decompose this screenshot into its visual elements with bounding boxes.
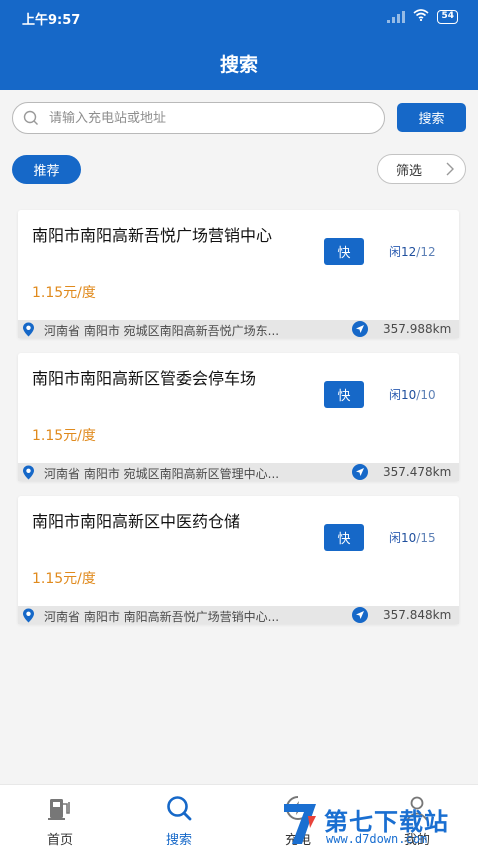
station-address: 河南省 南阳市 宛城区南阳高新吾悦广场东...: [44, 324, 280, 338]
fast-charge-badge: 快: [324, 238, 364, 265]
station-name: 南阳市南阳高新区中医药仓储: [32, 512, 241, 531]
watermark-url: www.d7down.com: [326, 832, 428, 846]
filter-row: 推荐 筛选: [0, 144, 478, 194]
idle-count: 闲10/10: [389, 386, 436, 403]
filter-label: 筛选: [396, 163, 423, 179]
page-title: 搜索: [219, 54, 258, 76]
tab-search-label: 搜索: [165, 833, 192, 848]
station-price: 1.15元/度: [32, 571, 96, 587]
charging-station-icon: [48, 799, 70, 820]
station-address: 河南省 南阳市 南阳高新吾悦广场营销中心...: [44, 610, 280, 624]
station-price: 1.15元/度: [32, 428, 96, 444]
fast-charge-badge: 快: [324, 381, 364, 408]
station-card[interactable]: 南阳市南阳高新区管委会停车场 快 闲10/10 1.15元/度 河南省 南阳市 …: [18, 353, 459, 481]
station-price: 1.15元/度: [32, 285, 96, 301]
idle-prefix: 闲: [389, 245, 402, 259]
fast-charge-badge: 快: [324, 524, 364, 551]
status-bar: 上午9:57 54: [0, 0, 478, 34]
search-field[interactable]: [12, 102, 385, 134]
watermark-logo: [284, 804, 316, 844]
address-row: 河南省 南阳市 南阳高新吾悦广场营销中心... 357.848km: [18, 606, 459, 624]
idle-prefix: 闲: [389, 531, 402, 545]
total-number: /12: [416, 245, 436, 259]
signal-icon: [387, 10, 406, 23]
tab-home-label: 首页: [46, 833, 73, 848]
address-row: 河南省 南阳市 宛城区南阳高新区管理中心... 357.478km: [18, 463, 459, 481]
total-number: /15: [416, 531, 436, 545]
station-distance: 357.988km: [383, 322, 452, 336]
battery-icon: 54: [437, 9, 458, 24]
chevron-right-icon: [446, 162, 454, 176]
station-card[interactable]: 南阳市南阳高新吾悦广场营销中心 快 闲12/12 1.15元/度 河南省 南阳市…: [18, 210, 459, 338]
idle-number: 10: [401, 531, 417, 545]
idle-count: 闲12/12: [389, 243, 436, 260]
station-distance: 357.848km: [383, 608, 452, 622]
location-pin-icon: [23, 465, 34, 480]
search-input[interactable]: [49, 110, 349, 126]
idle-number: 10: [401, 388, 417, 402]
station-name: 南阳市南阳高新区管委会停车场: [32, 369, 257, 388]
location-pin-icon: [23, 322, 34, 337]
idle-number: 12: [401, 245, 417, 259]
filter-button[interactable]: 筛选: [377, 154, 466, 184]
location-pin-icon: [23, 608, 34, 623]
search-tab-icon: [167, 796, 192, 821]
idle-prefix: 闲: [389, 388, 402, 402]
tab-home[interactable]: 首页: [10, 785, 110, 850]
navigate-arrow-icon[interactable]: [352, 464, 368, 480]
search-icon: [23, 110, 38, 125]
watermark: 第七下载站 www.d7down.com: [280, 800, 478, 850]
station-card[interactable]: 南阳市南阳高新区中医药仓储 快 闲10/15 1.15元/度 河南省 南阳市 南…: [18, 496, 459, 624]
station-name: 南阳市南阳高新吾悦广场营销中心: [32, 226, 273, 245]
total-number: /10: [416, 388, 436, 402]
station-distance: 357.478km: [383, 465, 452, 479]
navigate-arrow-icon[interactable]: [352, 607, 368, 623]
app-header: 上午9:57 54 搜索: [0, 0, 478, 90]
status-time: 上午9:57: [22, 13, 81, 28]
search-button[interactable]: 搜索: [397, 103, 466, 132]
idle-count: 闲10/15: [389, 529, 436, 546]
search-bar: 搜索: [0, 90, 478, 144]
recommend-tab[interactable]: 推荐: [12, 155, 81, 184]
station-address: 河南省 南阳市 宛城区南阳高新区管理中心...: [44, 467, 280, 481]
status-icons: 54: [387, 9, 458, 24]
wifi-icon: [413, 9, 429, 24]
navigate-arrow-icon[interactable]: [352, 321, 368, 337]
tab-search[interactable]: 搜索: [129, 785, 229, 850]
address-row: 河南省 南阳市 宛城区南阳高新吾悦广场东... 357.988km: [18, 320, 459, 338]
